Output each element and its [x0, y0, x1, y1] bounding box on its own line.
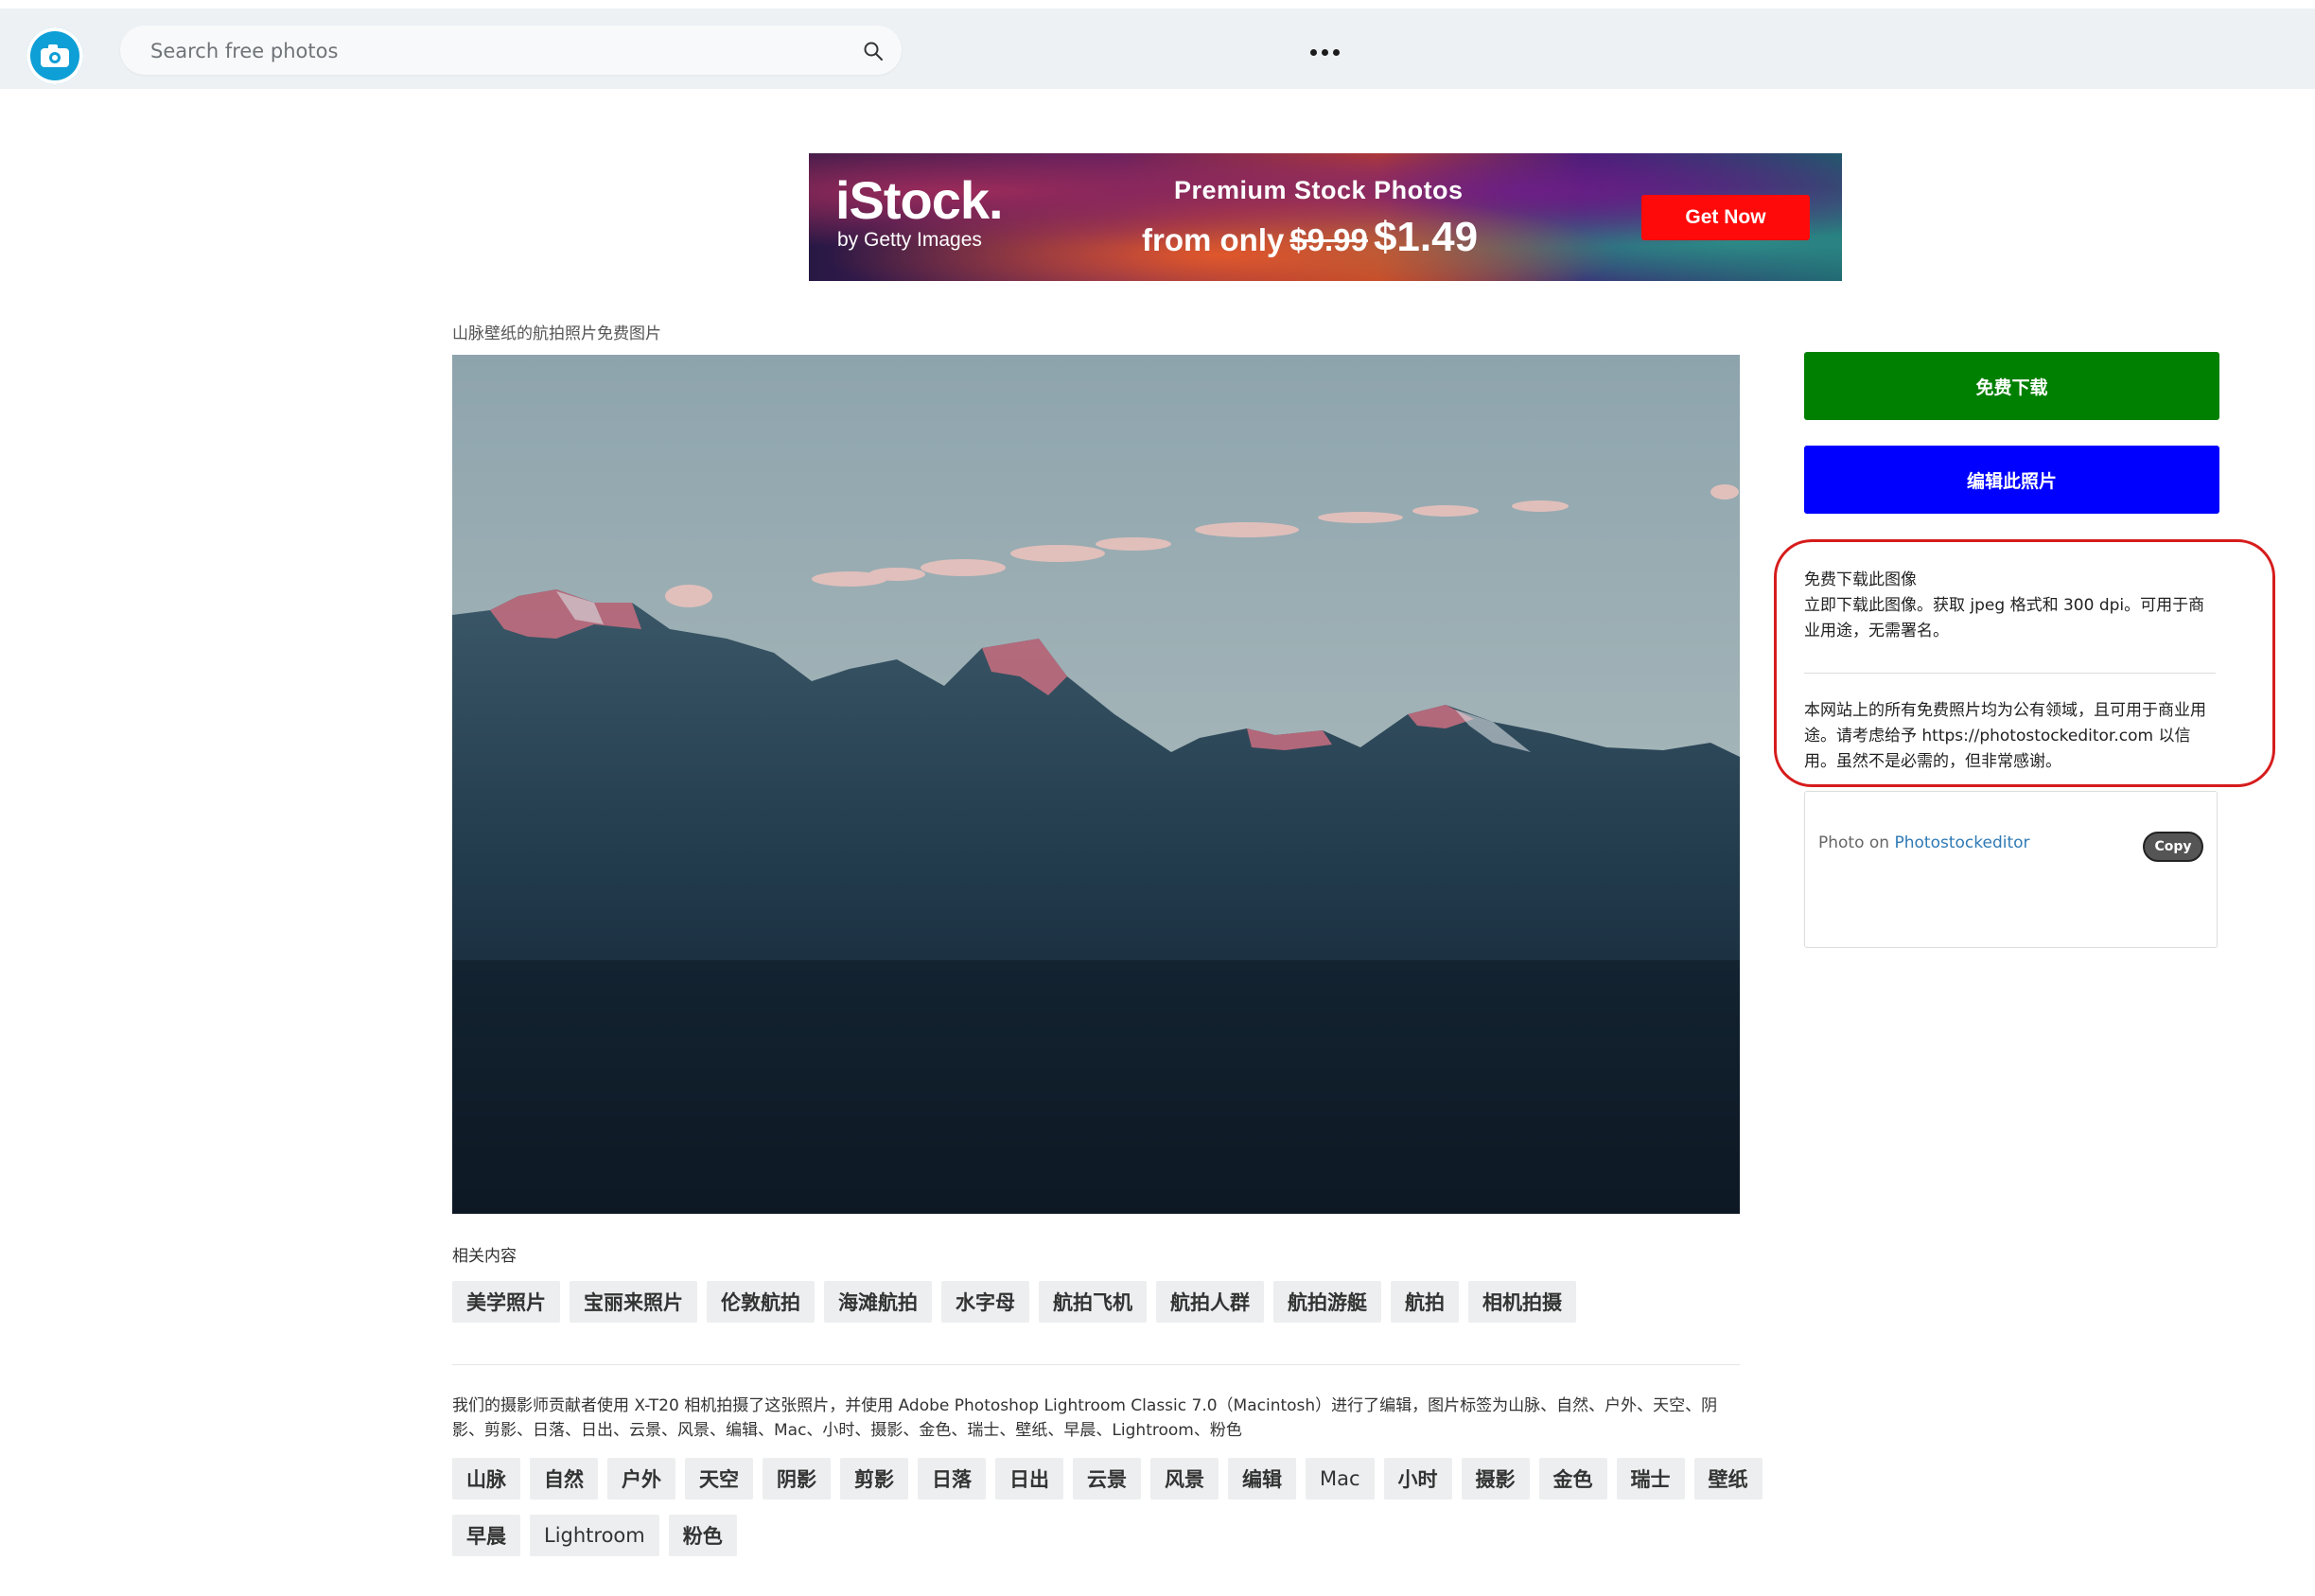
ad-banner[interactable]: iStock. by Getty Images Premium Stock Ph… — [809, 153, 1842, 281]
info-body: 立即下载此图像。获取 jpeg 格式和 300 dpi。可用于商业用途，无需署名… — [1804, 596, 2205, 640]
photo-tags-row-1: 山脉 自然 户外 天空 阴影 剪影 日落 日出 云景 风景 编辑 Mac 小时 … — [452, 1458, 1763, 1500]
info-title: 免费下载此图像 — [1804, 570, 1917, 589]
photo-tag[interactable]: Lightroom — [530, 1515, 659, 1556]
photo-tag[interactable]: 剪影 — [840, 1458, 908, 1500]
related-tag[interactable]: 航拍飞机 — [1039, 1281, 1147, 1323]
ad-price-prefix: from only — [1142, 222, 1285, 257]
credit-text: Photo on Photostockeditor — [1818, 833, 2030, 852]
search-input[interactable] — [149, 26, 833, 77]
search-bar — [120, 26, 902, 77]
section-divider — [452, 1364, 1740, 1365]
photo-description: 我们的摄影师贡献者使用 X-T20 相机拍摄了这张照片，并使用 Adobe Ph… — [452, 1396, 1718, 1440]
ad-new-price: $1.49 — [1373, 214, 1479, 260]
info-divider — [1804, 673, 2216, 674]
photo-tag[interactable]: 云景 — [1073, 1458, 1141, 1500]
ad-old-price: $9.99 — [1289, 222, 1368, 257]
ad-price: from only $9.99 $1.49 — [1142, 214, 1478, 261]
main-photo — [452, 355, 1740, 1214]
camera-icon — [41, 44, 69, 67]
info-box: 免费下载此图像 立即下载此图像。获取 jpeg 格式和 300 dpi。可用于商… — [1804, 568, 2216, 775]
photo-tag[interactable]: 日落 — [918, 1458, 986, 1500]
copy-button[interactable]: Copy — [2143, 832, 2203, 862]
ad-brand: iStock. — [835, 170, 1004, 230]
photo-tag[interactable]: 瑞士 — [1616, 1458, 1685, 1500]
photo-tag[interactable]: 早晨 — [452, 1515, 520, 1556]
photo-tag[interactable]: 小时 — [1383, 1458, 1452, 1500]
photo-caption: 山脉壁纸的航拍照片免费图片 — [452, 324, 661, 343]
free-download-button[interactable]: 免费下载 — [1804, 352, 2219, 420]
photo-tags-row-2: 早晨 Lightroom 粉色 — [452, 1515, 737, 1556]
photo-tag[interactable]: 阴影 — [763, 1458, 831, 1500]
related-tag[interactable]: 宝丽来照片 — [570, 1281, 697, 1323]
related-tag[interactable]: 水字母 — [941, 1281, 1029, 1323]
related-title: 相关内容 — [452, 1247, 517, 1266]
top-bar — [0, 9, 2315, 89]
photo-tag[interactable]: 天空 — [685, 1458, 753, 1500]
credit-link[interactable]: Photostockeditor — [1894, 833, 2029, 852]
ad-brand-sub: by Getty Images — [837, 229, 982, 251]
photo-tag[interactable]: 编辑 — [1228, 1458, 1296, 1500]
related-tag[interactable]: 航拍人群 — [1156, 1281, 1264, 1323]
photo-tag[interactable]: 山脉 — [452, 1458, 520, 1500]
related-tag[interactable]: 海滩航拍 — [824, 1281, 932, 1323]
camera-logo-icon[interactable] — [26, 27, 83, 84]
related-tag[interactable]: 伦敦航拍 — [707, 1281, 815, 1323]
photo-tag[interactable]: 金色 — [1538, 1458, 1607, 1500]
related-tag[interactable]: 航拍游艇 — [1273, 1281, 1381, 1323]
related-tag[interactable]: 相机拍摄 — [1468, 1281, 1576, 1323]
photo-tag[interactable]: Mac — [1306, 1458, 1375, 1500]
mountain-photo-image — [452, 355, 1740, 1214]
ad-get-now-button[interactable]: Get Now — [1641, 195, 1810, 240]
related-tags: 美学照片 宝丽来照片 伦敦航拍 海滩航拍 水字母 航拍飞机 航拍人群 航拍游艇 … — [452, 1281, 1576, 1323]
photo-tag[interactable]: 风景 — [1150, 1458, 1219, 1500]
license-text: 本网站上的所有免费照片均为公有领域，且可用于商业用途。请考虑给予 https:/… — [1804, 701, 2206, 771]
credit-box: Photo on Photostockeditor Copy — [1804, 791, 2218, 948]
photo-tag[interactable]: 壁纸 — [1693, 1458, 1763, 1500]
photo-tag[interactable]: 摄影 — [1461, 1458, 1530, 1500]
edit-photo-button[interactable]: 编辑此照片 — [1804, 446, 2219, 514]
search-icon[interactable] — [862, 40, 885, 62]
related-tag[interactable]: 美学照片 — [452, 1281, 560, 1323]
related-tag[interactable]: 航拍 — [1391, 1281, 1459, 1323]
credit-prefix: Photo on — [1818, 833, 1890, 852]
more-menu-icon[interactable] — [1310, 49, 1340, 56]
photo-tag[interactable]: 户外 — [607, 1458, 675, 1500]
photo-tag[interactable]: 日出 — [995, 1458, 1063, 1500]
photo-tag[interactable]: 自然 — [530, 1458, 598, 1500]
photo-tag[interactable]: 粉色 — [668, 1515, 737, 1556]
ad-headline: Premium Stock Photos — [1174, 176, 1464, 204]
